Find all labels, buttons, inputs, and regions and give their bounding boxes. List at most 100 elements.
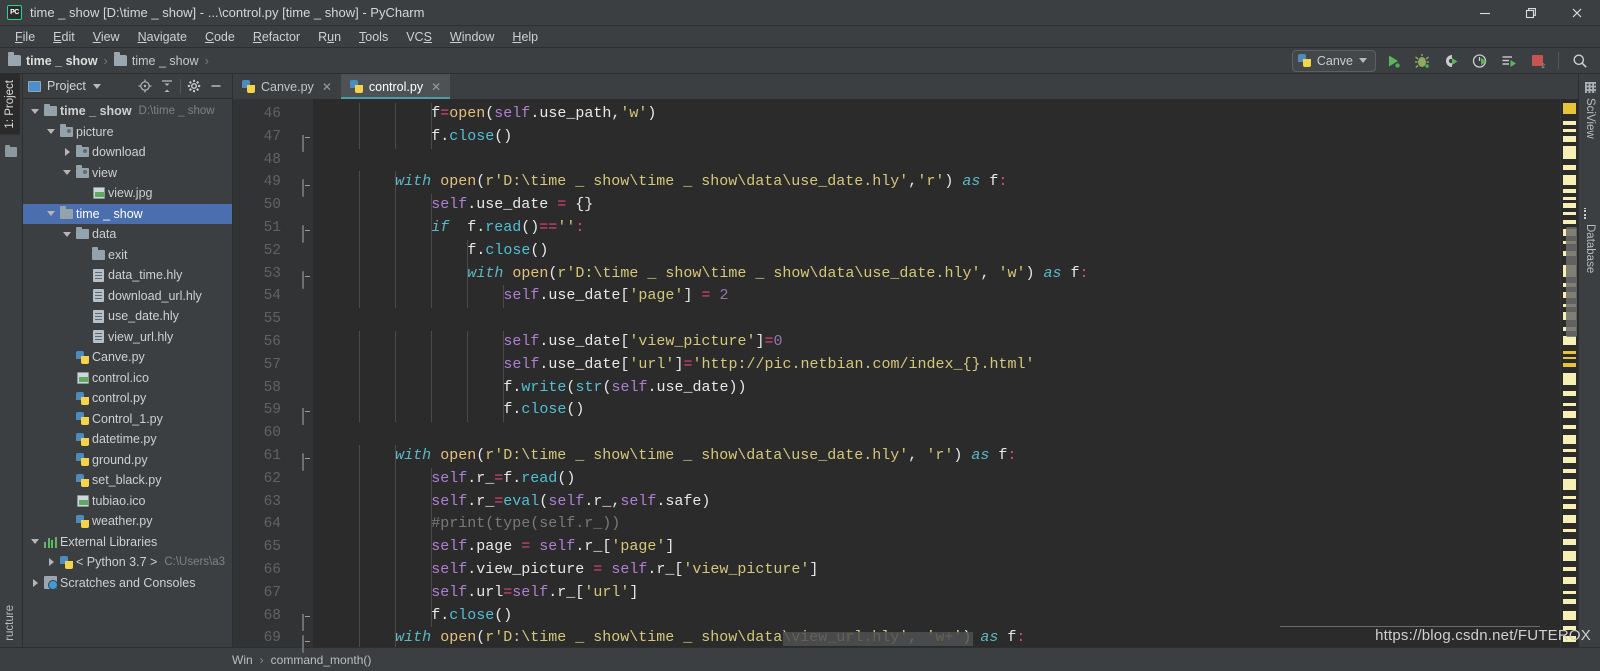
marker-stripe [1563, 449, 1576, 452]
indent-guide [395, 490, 397, 514]
code-fold-handle[interactable] [293, 633, 304, 654]
tree-node-control-ico[interactable]: control.ico [23, 368, 232, 389]
menu-item-view[interactable]: View [84, 28, 129, 46]
tree-node-view-jpg[interactable]: view.jpg [23, 183, 232, 204]
menu-item-run[interactable]: Run [309, 28, 350, 46]
status-encoding[interactable]: Win [232, 653, 253, 667]
tree-node-time-show[interactable]: time _ show [23, 203, 232, 224]
tree-node-data[interactable]: data [23, 224, 232, 245]
tree-node-control-py[interactable]: control.py [23, 388, 232, 409]
debug-button[interactable] [1409, 49, 1434, 73]
tree-node-view[interactable]: view [23, 163, 232, 184]
menu-item-edit[interactable]: Edit [44, 28, 84, 46]
tree-node-download-url-hly[interactable]: download_url.hly [23, 286, 232, 307]
breadcrumb-item-1[interactable]: time _ show [113, 52, 199, 68]
editor-tab-control-py[interactable]: control.py ✕ [340, 74, 451, 99]
tree-node-picture[interactable]: picture [23, 122, 232, 143]
editor-marker-strip[interactable] [1560, 99, 1578, 647]
tree-expander-expanded[interactable] [28, 539, 42, 545]
close-icon[interactable]: ✕ [322, 80, 332, 94]
tree-node-view-url-hly[interactable]: view_url.hly [23, 327, 232, 348]
status-context[interactable]: command_month() [271, 653, 372, 667]
minimize-button[interactable] [1462, 0, 1508, 26]
tree-node-time-show[interactable]: time _ show D:\time _ show [23, 101, 232, 122]
indent-guide [395, 262, 397, 286]
tree-expander-collapsed[interactable] [60, 148, 74, 157]
tree-node-use-date-hly[interactable]: use_date.hly [23, 306, 232, 327]
menu-item-navigate[interactable]: Navigate [129, 28, 196, 46]
menu-item-help[interactable]: Help [503, 28, 547, 46]
hide-panel-button[interactable] [205, 75, 227, 97]
close-icon[interactable]: ✕ [431, 80, 441, 94]
tree-node-external-libraries[interactable]: External Libraries [23, 532, 232, 553]
code-content[interactable]: f=open(self.use_path,'w') f.close() with o… [313, 99, 1560, 647]
run-coverage-button[interactable] [1438, 49, 1463, 73]
code-text: self.page = self.r_['page'] [323, 538, 674, 555]
line-number: 63 [263, 493, 281, 510]
close-button[interactable] [1554, 0, 1600, 26]
code-line: self.url=self.r_['url'] [313, 581, 1560, 605]
profile-button[interactable] [1467, 49, 1492, 73]
run-with-console-button[interactable] [1496, 49, 1521, 73]
menu-item-vcs[interactable]: VCS [397, 28, 441, 46]
stop-button[interactable]: 2 [1525, 49, 1550, 73]
breadcrumb-item-0[interactable]: time _ show [8, 52, 98, 68]
code-line: f.write(str(self.use_date)) [313, 376, 1560, 400]
scroll-from-source-button[interactable] [134, 75, 156, 97]
project-tree[interactable]: time _ show D:\time _ show picture download… [23, 99, 232, 647]
tool-window-tab-sciview[interactable]: SciView [1580, 76, 1600, 145]
tree-node-tubiao-ico[interactable]: tubiao.ico [23, 491, 232, 512]
tree-node-weather-py[interactable]: weather.py [23, 511, 232, 532]
gear-icon[interactable] [183, 75, 205, 97]
maximize-button[interactable] [1508, 0, 1554, 26]
code-line: self.r_=f.read() [313, 467, 1560, 491]
tree-node-control-1-py[interactable]: Control_1.py [23, 409, 232, 430]
tool-window-tab-project[interactable]: 1: Project [0, 74, 20, 135]
tree-node-set-black-py[interactable]: set_black.py [23, 470, 232, 491]
token: ( [476, 629, 486, 647]
tool-window-tab-database[interactable]: Database [1580, 202, 1600, 279]
tree-node-exit[interactable]: exit [23, 245, 232, 266]
tree-node-scratches-and-consoles[interactable]: Scratches and Consoles [23, 573, 232, 594]
menu-item-refactor[interactable]: Refactor [244, 28, 309, 46]
code-fold-handle[interactable] [293, 223, 304, 243]
code-fold-handle[interactable] [293, 177, 304, 198]
code-fold-handle[interactable] [293, 405, 304, 426]
tree-expander-expanded[interactable] [44, 129, 58, 135]
tree-node-canve-py[interactable]: Canve.py [23, 347, 232, 368]
tree-node-datetime-py[interactable]: datetime.py [23, 429, 232, 450]
tree-expander-expanded[interactable] [60, 231, 74, 237]
code-fold-handle[interactable] [293, 451, 304, 471]
chevron-down-icon[interactable] [92, 83, 101, 89]
line-number-gutter[interactable]: 46 47 48 49 50 51 52 53 54 55 56 57 58 59 60 61 62 63 64 65… [233, 99, 313, 654]
token: ] [629, 583, 639, 601]
search-everywhere-button[interactable] [1567, 49, 1592, 73]
tree-expander-expanded[interactable] [44, 211, 58, 217]
editor-tab-Canve-py[interactable]: Canve.py ✕ [233, 74, 341, 99]
tree-expander-collapsed[interactable] [28, 578, 42, 587]
code-fold-handle[interactable] [293, 269, 304, 289]
run-configuration-selector[interactable]: Canve [1291, 49, 1376, 72]
tree-expander-collapsed[interactable] [44, 558, 58, 567]
indent-guide [503, 353, 505, 377]
menu-item-tools[interactable]: Tools [350, 28, 397, 46]
code-line: f=open(self.use_path,'w') [313, 103, 1560, 126]
tree-node-python-3-7[interactable]: < Python 3.7 > C:\Users\a3 [23, 552, 232, 573]
editor-scrollbar-thumb[interactable] [1566, 227, 1577, 337]
tree-node-download[interactable]: download [23, 142, 232, 163]
run-button[interactable] [1380, 49, 1405, 73]
code-fold-handle[interactable] [293, 132, 304, 152]
code-fold-handle[interactable] [293, 611, 304, 631]
collapse-all-button[interactable] [156, 75, 178, 97]
menu-item-file[interactable]: File [6, 28, 44, 46]
tool-window-tab-structure[interactable]: ructure [0, 599, 20, 647]
tree-expander-expanded[interactable] [60, 170, 74, 176]
editor-tab-label: control.py [368, 79, 424, 94]
menu-item-code[interactable]: Code [196, 28, 244, 46]
tree-node-label: External Libraries [60, 534, 158, 549]
menu-item-window[interactable]: Window [441, 28, 503, 46]
tree-expander-expanded[interactable] [28, 108, 42, 114]
line-number: 64 [263, 516, 281, 533]
tree-node-data-time-hly[interactable]: data_time.hly [23, 265, 232, 286]
tree-node-ground-py[interactable]: ground.py [23, 450, 232, 471]
